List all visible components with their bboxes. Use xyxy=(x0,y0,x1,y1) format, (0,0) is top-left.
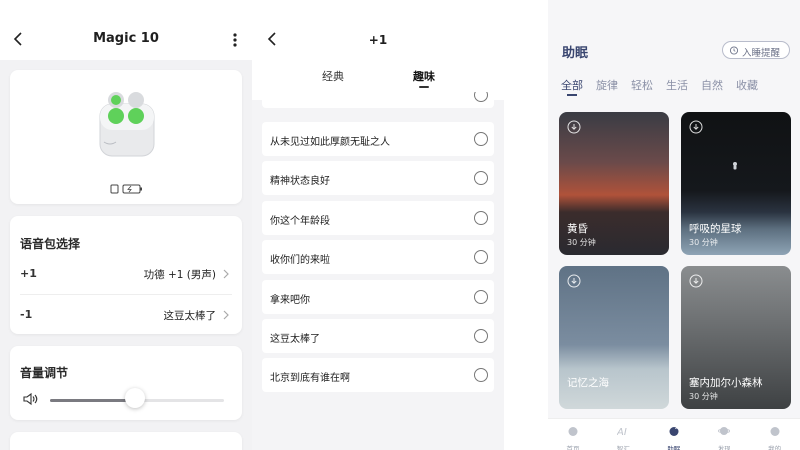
voice-list-item[interactable]: 你这个年龄段 xyxy=(262,200,494,235)
home-icon xyxy=(568,427,578,436)
voice-item-label: 北京到底有谁在啊 xyxy=(270,373,350,385)
download-icon[interactable] xyxy=(689,274,703,288)
radio-button[interactable] xyxy=(474,329,488,343)
category-tab[interactable]: 轻松 xyxy=(631,77,653,93)
tab-label: 我的 xyxy=(768,445,782,450)
volume-slider-thumb[interactable] xyxy=(125,388,146,408)
page-title: Magic 10 xyxy=(93,31,159,46)
tab-fun[interactable]: 趣味 xyxy=(413,68,435,84)
battery-icon xyxy=(110,184,142,194)
voice-row-key: +1 xyxy=(20,267,37,280)
voice-list-item[interactable]: 从未见过如此厚颜无耻之人 xyxy=(262,122,494,156)
voice-row-value: 这豆太棒了 xyxy=(163,310,217,322)
chevron-right-icon xyxy=(223,269,229,279)
voice-row-key: -1 xyxy=(20,308,33,321)
list-item-partial xyxy=(262,92,494,108)
divider xyxy=(20,294,232,295)
radio-button[interactable] xyxy=(474,171,488,186)
tab-label: 发现 xyxy=(717,445,731,450)
category-underline xyxy=(567,94,577,96)
tab-label: 智汇 xyxy=(616,445,630,450)
sleep-tile[interactable]: 记忆之海 xyxy=(559,266,669,409)
alarm-icon xyxy=(729,46,739,55)
tile-title: 黄昏 xyxy=(567,223,588,235)
device-image xyxy=(99,92,155,157)
radio-button[interactable] xyxy=(474,289,488,304)
device-card xyxy=(10,70,242,204)
category-tab[interactable]: 自然 xyxy=(701,77,723,93)
voice-item-label: 你这个年龄段 xyxy=(270,215,330,227)
download-icon[interactable] xyxy=(567,274,581,288)
volume-section-title: 音量调节 xyxy=(20,366,69,380)
chevron-right-icon xyxy=(223,310,229,320)
category-tab[interactable]: 旋律 xyxy=(596,77,618,93)
volume-slider-fill xyxy=(50,399,136,402)
astronaut-icon xyxy=(733,162,737,170)
sleep-reminder-label: 入睡提醒 xyxy=(742,48,781,59)
device-panel: Magic 10 语音包选择 +1 功德 +1 (男声) -1 这豆太棒了 音量… xyxy=(0,0,252,450)
tile-duration: 30 分钟 xyxy=(689,238,718,247)
tab-profile[interactable]: 我的 xyxy=(750,419,800,450)
tile-title: 塞内加尔小森林 xyxy=(689,377,763,389)
svg-text:z: z xyxy=(675,425,678,431)
voice-pack-panel: +1 经典 趣味 从未见过如此厚颜无耻之人 精神状态良好 你这个年龄段 收你们的来啦拿… xyxy=(252,0,504,450)
tab-planet[interactable]: 发现 xyxy=(699,419,749,450)
page-title: 助眠 xyxy=(562,46,589,61)
tile-duration: 30 分钟 xyxy=(567,238,596,247)
page-title: +1 xyxy=(368,33,388,47)
voice-pack-header: +1 经典 趣味 xyxy=(252,0,504,100)
speaker-icon xyxy=(23,392,38,406)
voice-item-label: 这豆太棒了 xyxy=(270,334,320,345)
tile-title: 记忆之海 xyxy=(567,377,609,389)
more-settings-card xyxy=(10,432,242,450)
category-tab[interactable]: 收藏 xyxy=(736,77,758,93)
device-header: Magic 10 xyxy=(0,0,252,60)
more-options-icon[interactable] xyxy=(228,30,242,50)
bottom-tab-bar: 首页 AI 智汇 z 助眠 发现 我的 xyxy=(548,418,800,450)
download-icon[interactable] xyxy=(567,120,581,134)
svg-text:AI: AI xyxy=(617,427,627,437)
sleep-tile[interactable]: 呼吸的星球 30 分钟 xyxy=(681,112,791,255)
voice-item-label: 拿来吧你 xyxy=(270,294,310,306)
sleep-icon: z xyxy=(669,425,679,436)
radio-button[interactable] xyxy=(474,132,488,146)
radio-button[interactable] xyxy=(474,250,488,265)
radio-button[interactable] xyxy=(474,368,488,383)
tab-home[interactable]: 首页 xyxy=(548,419,598,450)
radio-button[interactable] xyxy=(474,210,488,225)
tile-duration: 30 分钟 xyxy=(689,392,718,401)
voice-list-item[interactable]: 拿来吧你 xyxy=(262,279,494,314)
sleep-tile[interactable]: 黄昏 30 分钟 xyxy=(559,112,669,255)
category-tab[interactable]: 全部 xyxy=(561,77,583,93)
tab-label: 助眠 xyxy=(667,445,681,450)
voice-list-item[interactable]: 这豆太棒了 xyxy=(262,319,494,353)
voice-row-value: 功德 +1 (男声) xyxy=(143,269,216,281)
tab-classic[interactable]: 经典 xyxy=(322,68,344,84)
voice-item-label: 精神状态良好 xyxy=(270,176,330,188)
tab-label: 首页 xyxy=(566,445,580,450)
sleep-reminder-button[interactable]: 入睡提醒 xyxy=(722,41,790,59)
tile-title: 呼吸的星球 xyxy=(689,223,742,235)
voice-list-item[interactable]: 北京到底有谁在啊 xyxy=(262,358,494,393)
voice-pack-card: 语音包选择 +1 功德 +1 (男声) -1 这豆太棒了 xyxy=(10,216,242,334)
sleep-tile[interactable]: 塞内加尔小森林 30 分钟 xyxy=(681,266,791,409)
category-tab[interactable]: 生活 xyxy=(666,77,688,93)
volume-card: 音量调节 xyxy=(10,346,242,420)
tab-ai[interactable]: AI 智汇 xyxy=(598,419,648,450)
download-icon[interactable] xyxy=(689,120,703,134)
planet-icon xyxy=(718,427,731,435)
ai-icon: AI xyxy=(617,427,627,437)
voice-list-item[interactable]: 精神状态良好 xyxy=(262,161,494,196)
spacer xyxy=(504,0,548,450)
voice-item-label: 收你们的来啦 xyxy=(270,255,330,267)
tab-sleep[interactable]: z 助眠 xyxy=(649,419,699,450)
voice-section-title: 语音包选择 xyxy=(20,237,81,251)
profile-icon xyxy=(770,427,780,436)
tab-underline xyxy=(419,86,429,88)
voice-item-label: 从未见过如此厚颜无耻之人 xyxy=(270,137,390,148)
voice-list-item[interactable]: 收你们的来啦 xyxy=(262,240,494,275)
